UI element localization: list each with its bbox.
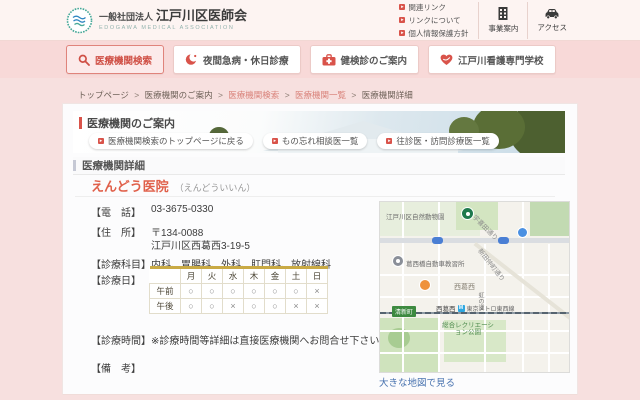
location-map[interactable]: 江戸川区自然動物園 宇喜田通り 新田仲町通り 葛西橋自動車教習所 西葛西 虹の道… — [379, 201, 570, 373]
clinic-name-kana: （えんどういいん） — [175, 183, 256, 193]
content-panel: 医療機関のご案内 ▸ 医療機関検索のトップページに戻る ▸ もの忘れ相談医一覧 … — [62, 103, 578, 395]
related-links[interactable]: ▸ 関連リンク — [399, 2, 468, 13]
arrow-bullet-icon: ▸ — [399, 17, 405, 23]
home-visit-doctors-link[interactable]: ▸ 往診医・訪問診療医一覧 — [377, 133, 499, 149]
map-label-seishincho: 清新町 — [392, 306, 416, 317]
map-label-zoo: 江戸川区自然動物園 — [386, 211, 445, 221]
about-links[interactable]: ▸ リンクについて — [399, 15, 468, 26]
privacy-policy-link[interactable]: ▸ 個人情報保護方針 — [399, 28, 468, 39]
map-label-recreation-park: 総合レクリエーション公園 — [442, 322, 494, 336]
medical-association-logo-icon — [66, 7, 93, 34]
breadcrumb-current: 医療機関詳細 — [362, 90, 413, 100]
schedule-row-afternoon: 午後 ○ ○ × ○ ○ × × — [150, 299, 328, 314]
back-to-search-top-link[interactable]: ▸ 医療機関検索のトップページに戻る — [89, 133, 253, 149]
route-shield-icon — [498, 237, 509, 244]
route-shield-icon — [432, 237, 443, 244]
arrow-bullet-icon: ▸ — [272, 138, 278, 144]
header-utility: ▸ 関連リンク ▸ リンクについて ▸ 個人情報保護方針 — [399, 2, 576, 39]
address-label: 【住 所】 — [91, 224, 141, 239]
arrow-bullet-icon: ▸ — [98, 138, 104, 144]
nav-medical-search[interactable]: 医療機関検索 — [66, 45, 164, 74]
access-link[interactable]: アクセス — [527, 2, 576, 39]
map-label-rail-line: 東京メトロ東西線 — [467, 304, 515, 313]
map-station-row: 西葛西 M 東京メトロ東西線 — [436, 303, 515, 313]
first-aid-bag-icon — [322, 54, 336, 66]
address-value: 江戸川区西葛西3-19-5 — [151, 237, 250, 252]
driving-school-icon[interactable] — [393, 256, 403, 266]
main-nav: 医療機関検索 夜間急病・休日診療 健検診のご案内 江戸川看 — [0, 41, 640, 78]
breadcrumb: トップページ > 医療機関のご案内 > 医療機関検索 > 医療機関一覧 > 医療… — [78, 89, 413, 101]
page: 一般社団法人江戸川区医師会 EDOGAWA MEDICAL ASSOCIATIO… — [0, 0, 640, 400]
schedule-label: 【診療日】 — [91, 272, 141, 287]
banner-title: 医療機関のご案内 — [79, 115, 175, 131]
hours-note: ※診療時間等詳細は直接医療機関へお問合せ下さい。 — [151, 332, 389, 347]
memory-consult-doctors-link[interactable]: ▸ もの忘れ相談医一覧 — [263, 133, 368, 149]
site-logo[interactable]: 一般社団法人江戸川区医師会 EDOGAWA MEDICAL ASSOCIATIO… — [66, 7, 247, 34]
arrow-bullet-icon: ▸ — [399, 30, 405, 36]
blue-poi-icon[interactable] — [518, 228, 527, 237]
phone-label: 【電 話】 — [91, 204, 141, 219]
nav-nursing-school[interactable]: 江戸川看護専門学校 — [428, 45, 556, 74]
phone-value: 03-3675-0330 — [151, 204, 213, 215]
departments-label: 【診療科目】 — [91, 256, 151, 271]
site-header: 一般社団法人江戸川区医師会 EDOGAWA MEDICAL ASSOCIATIO… — [0, 0, 640, 41]
map-label-driving-school: 葛西橋自動車教習所 — [406, 258, 465, 268]
section-banner: 医療機関のご案内 ▸ 医療機関検索のトップページに戻る ▸ もの忘れ相談医一覧 … — [73, 111, 565, 153]
breadcrumb-list[interactable]: 医療機関一覧 — [295, 90, 346, 100]
nav-night-emergency[interactable]: 夜間急病・休日診療 — [173, 45, 301, 74]
schedule-table: 月 火 水 木 金 土 日 午前 ○ ○ ○ ○ ○ ○ × 午後 ○ — [149, 266, 328, 314]
car-icon — [544, 7, 560, 20]
breadcrumb-guide[interactable]: 医療機関のご案内 — [145, 90, 213, 100]
notes-label: 【備 考】 — [91, 360, 141, 375]
restaurant-poi-icon[interactable] — [420, 280, 430, 290]
search-icon — [78, 54, 90, 66]
business-guide-link[interactable]: 事業案内 — [478, 2, 527, 39]
map-label-station: 西葛西 — [436, 303, 456, 313]
building-icon — [496, 6, 510, 21]
arrow-bullet-icon: ▸ — [399, 4, 405, 10]
view-larger-map-link[interactable]: 大きな地図で見る — [379, 375, 455, 389]
arrow-bullet-icon: ▸ — [386, 138, 392, 144]
org-name: 一般社団法人江戸川区医師会 — [99, 9, 247, 24]
heart-icon — [440, 54, 453, 66]
nav-health-checkup[interactable]: 健検診のご案内 — [310, 45, 420, 74]
tokyo-metro-icon: M — [458, 305, 465, 312]
breadcrumb-search[interactable]: 医療機関検索 — [228, 90, 279, 100]
section-title: 医療機関詳細 — [73, 157, 565, 175]
breadcrumb-top[interactable]: トップページ — [78, 90, 129, 100]
moon-icon — [185, 53, 198, 66]
org-name-en: EDOGAWA MEDICAL ASSOCIATION — [99, 25, 247, 31]
map-label-town: 西葛西 — [454, 282, 475, 292]
clinic-name: えんどう医院（えんどういいん） — [91, 176, 255, 195]
schedule-row-morning: 午前 ○ ○ ○ ○ ○ ○ × — [150, 284, 328, 299]
hours-label: 【診療時間】 — [91, 332, 151, 347]
